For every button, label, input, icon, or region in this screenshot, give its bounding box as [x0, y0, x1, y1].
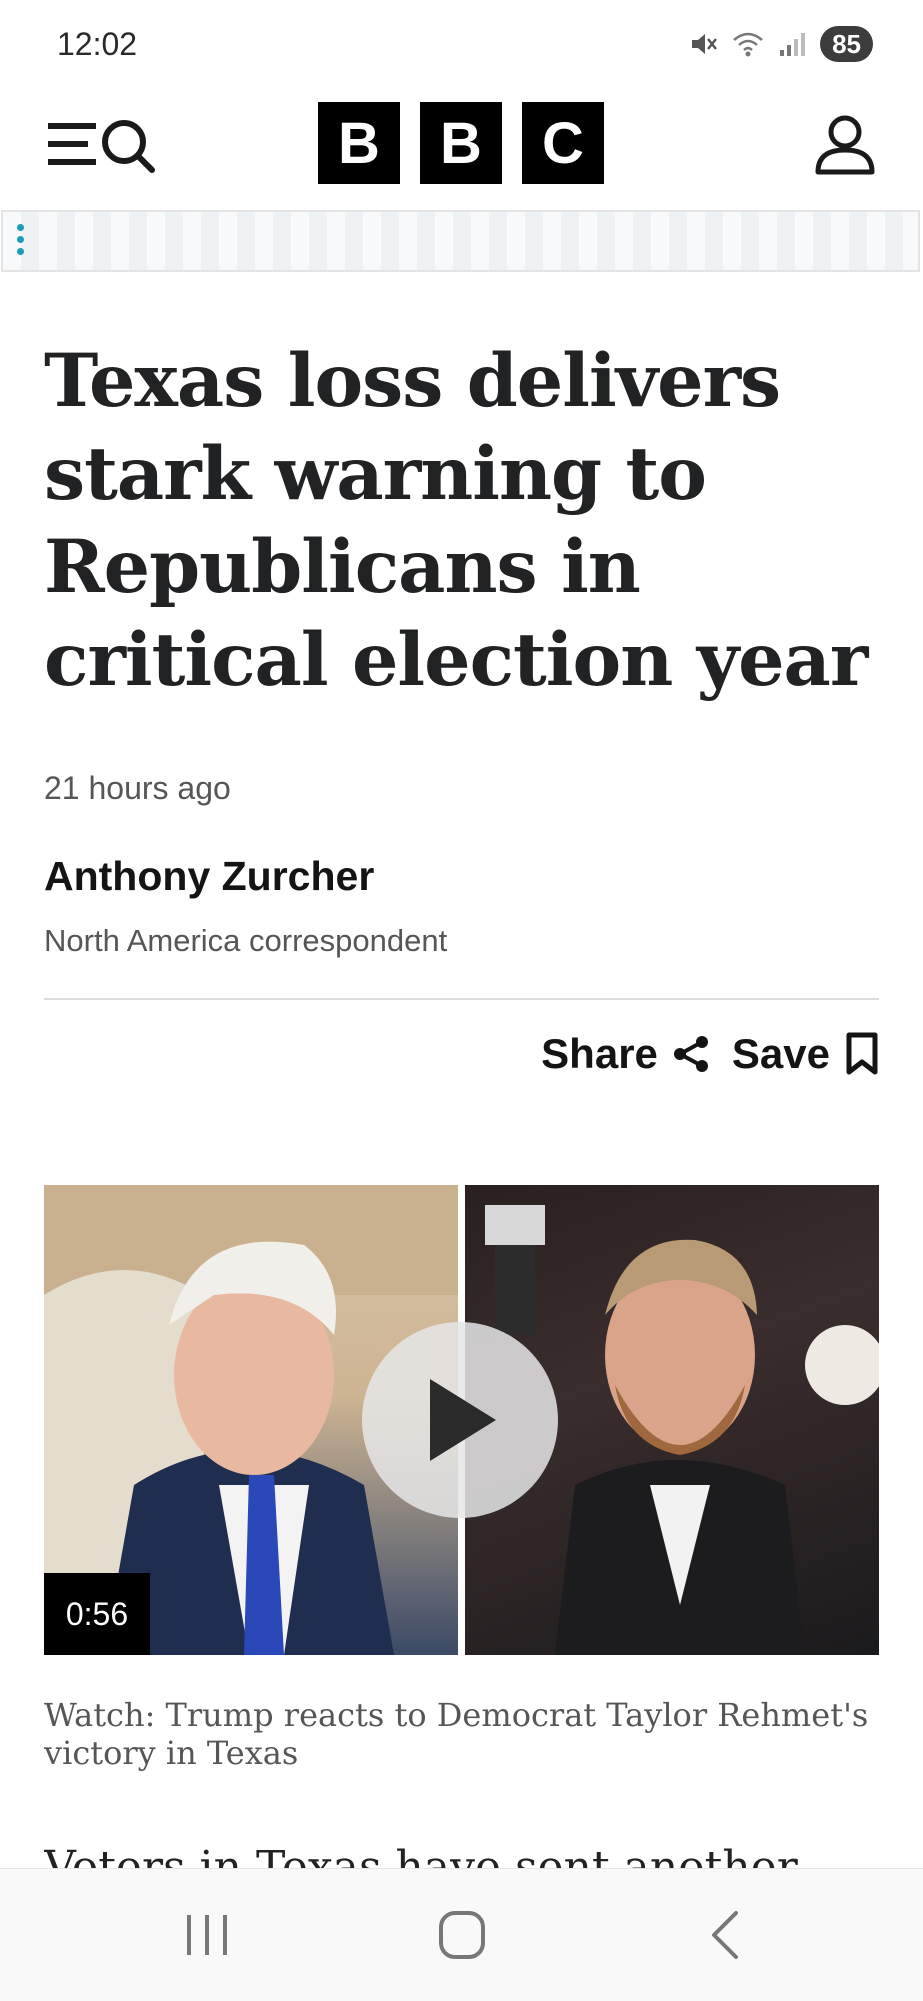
- logo-letter-c: C: [522, 102, 604, 184]
- article-headline: Texas loss delivers stark warning to Rep…: [44, 338, 868, 703]
- signal-icon: [780, 33, 806, 56]
- video-duration: 0:56: [44, 1573, 150, 1655]
- recents-icon: [187, 1915, 227, 1955]
- article-timestamp: 21 hours ago: [44, 770, 231, 806]
- menu-search-button[interactable]: [44, 112, 164, 180]
- share-button[interactable]: Share: [541, 1030, 712, 1078]
- video-caption: Watch: Trump reacts to Democrat Taylor R…: [44, 1696, 869, 1772]
- wifi-icon: [733, 32, 763, 57]
- status-bar: 12:02 85: [0, 0, 923, 92]
- share-label: Share: [541, 1030, 658, 1077]
- play-button[interactable]: [362, 1322, 558, 1518]
- ad-banner[interactable]: [1, 210, 920, 272]
- account-button[interactable]: [812, 112, 878, 178]
- battery-icon: 85: [820, 26, 873, 62]
- video-player[interactable]: 0:56: [44, 1185, 879, 1655]
- top-navigation: B B C: [0, 92, 923, 210]
- home-icon: [439, 1911, 485, 1959]
- save-label: Save: [731, 1030, 830, 1077]
- user-icon: [815, 115, 875, 175]
- play-icon: [430, 1379, 496, 1461]
- logo-letter-b2: B: [420, 102, 502, 184]
- home-button[interactable]: [422, 1905, 502, 1965]
- bookmark-icon: [846, 1032, 878, 1075]
- menu-icon: [48, 120, 155, 173]
- back-icon: [712, 1911, 738, 1959]
- share-icon: [673, 1036, 708, 1072]
- save-button[interactable]: Save: [732, 1030, 880, 1078]
- author-role: North America correspondent: [44, 923, 448, 958]
- mute-icon: [692, 34, 718, 54]
- divider: [44, 998, 879, 1000]
- status-icons: 85: [688, 26, 873, 62]
- logo-letter-b1: B: [318, 102, 400, 184]
- back-button[interactable]: [684, 1905, 764, 1965]
- bbc-logo[interactable]: B B C: [318, 102, 604, 184]
- ad-options-icon[interactable]: [17, 224, 27, 260]
- share-save-bar: Share Save: [541, 1030, 880, 1078]
- recents-button[interactable]: [167, 1905, 247, 1965]
- status-time: 12:02: [57, 26, 138, 62]
- author-name[interactable]: Anthony Zurcher: [44, 853, 374, 900]
- system-nav-bar: [0, 1868, 923, 2001]
